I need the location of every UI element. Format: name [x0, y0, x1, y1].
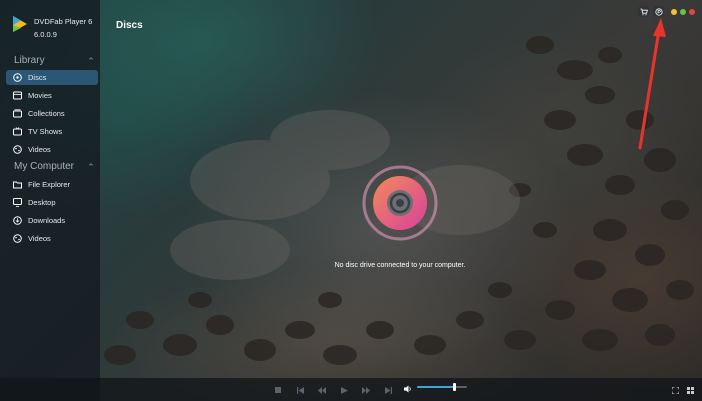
film-icon	[13, 91, 22, 100]
sidebar-item-label: File Explorer	[28, 180, 71, 189]
sidebar-item-label: Discs	[28, 73, 47, 82]
volume-slider-fill	[417, 386, 455, 388]
cart-icon[interactable]	[638, 6, 649, 17]
video-icon	[13, 234, 22, 243]
sidebar-item-movies[interactable]: Movies	[6, 88, 98, 103]
desktop-icon	[13, 198, 22, 207]
app-brand: DVDFab Player 6 6.0.0.9	[12, 15, 92, 41]
sidebar-item-label: Videos	[28, 234, 51, 243]
tv-icon	[13, 127, 22, 136]
app-version: 6.0.0.9	[34, 30, 57, 39]
sidebar-item-label: TV Shows	[28, 127, 63, 136]
sidebar-item-file-explorer[interactable]: File Explorer	[6, 177, 98, 192]
disc-graphic	[362, 165, 438, 241]
folder-icon	[13, 180, 22, 189]
chevron-up-icon[interactable]: ⌃	[86, 56, 96, 66]
sidebar-item-computer-videos[interactable]: Videos	[6, 231, 98, 246]
sidebar-item-label: Downloads	[28, 216, 66, 225]
my-computer-section-header[interactable]: My Computer ⌃	[14, 161, 96, 172]
sidebar-item-discs[interactable]: Discs	[6, 70, 98, 85]
background-image	[104, 36, 694, 365]
my-computer-label: My Computer	[14, 161, 75, 172]
no-disc-message: No disc drive connected to your computer…	[334, 262, 466, 269]
sidebar-item-label: Videos	[28, 145, 51, 154]
volume-icon[interactable]	[404, 385, 412, 393]
library-section-header[interactable]: Library ⌃	[14, 55, 96, 66]
app-window: DVDFab Player 6 6.0.0.9 Library ⌃ Discs …	[0, 0, 702, 401]
fast-forward-icon[interactable]	[362, 386, 370, 394]
collections-icon	[13, 109, 22, 118]
previous-icon[interactable]	[296, 386, 304, 394]
title-bar-controls	[638, 6, 695, 17]
volume-slider[interactable]	[417, 383, 467, 391]
close-button[interactable]	[689, 8, 695, 15]
play-icon[interactable]	[340, 386, 348, 394]
volume-slider-handle[interactable]	[453, 383, 456, 391]
sidebar-item-label: Movies	[28, 91, 52, 100]
page-title: Discs	[116, 20, 143, 31]
sidebar-item-label: Collections	[28, 109, 65, 118]
maximize-button[interactable]	[680, 8, 686, 15]
sidebar-item-downloads[interactable]: Downloads	[6, 213, 98, 228]
grid-view-icon[interactable]	[686, 386, 694, 394]
app-logo-icon	[13, 16, 27, 32]
register-icon[interactable]	[653, 6, 664, 17]
fullscreen-icon[interactable]	[671, 386, 679, 394]
player-control-bar	[0, 378, 702, 401]
disc-icon	[362, 165, 438, 241]
minimize-button[interactable]	[671, 8, 677, 15]
sidebar-item-desktop[interactable]: Desktop	[6, 195, 98, 210]
sidebar-item-tv-shows[interactable]: TV Shows	[6, 124, 98, 139]
video-icon	[13, 145, 22, 154]
stop-icon[interactable]	[274, 386, 282, 394]
app-name: DVDFab Player 6	[34, 17, 93, 26]
sidebar-item-videos[interactable]: Videos	[6, 142, 98, 157]
library-label: Library	[14, 55, 45, 66]
sidebar-item-label: Desktop	[28, 198, 56, 207]
rewind-icon[interactable]	[318, 386, 326, 394]
download-icon	[13, 216, 22, 225]
next-icon[interactable]	[384, 386, 392, 394]
sidebar: DVDFab Player 6 6.0.0.9 Library ⌃ Discs …	[0, 0, 100, 401]
window-buttons	[671, 8, 695, 15]
disc-icon	[13, 73, 22, 82]
chevron-up-icon[interactable]: ⌃	[86, 162, 96, 172]
sidebar-item-collections[interactable]: Collections	[6, 106, 98, 121]
